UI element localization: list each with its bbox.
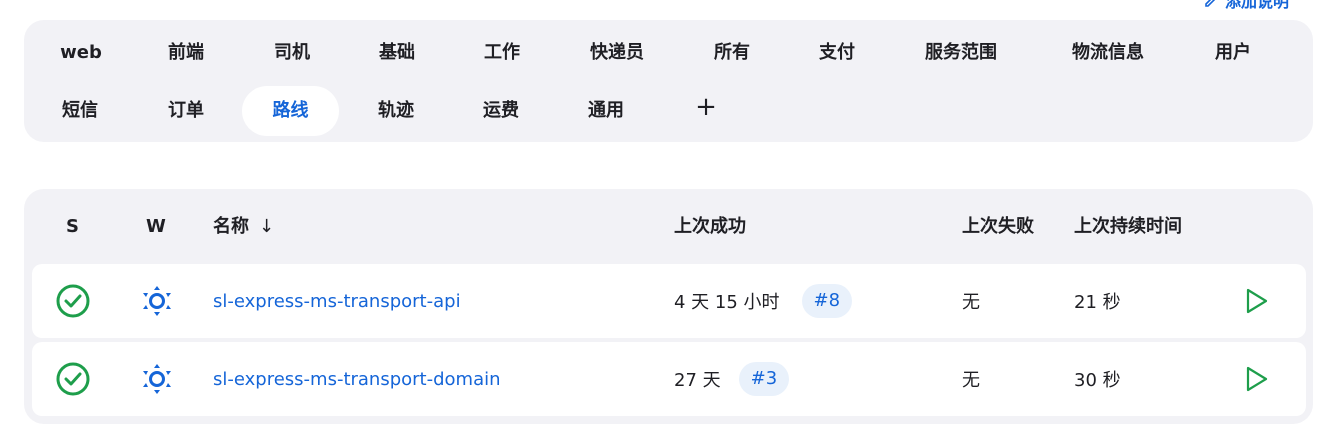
tab-frontend[interactable]: 前端 (150, 28, 222, 78)
last-duration-value: 30 秒 (1074, 370, 1121, 391)
tab-user[interactable]: 用户 (1197, 28, 1269, 78)
table-row: sl-express-ms-transport-domain 27 天 #3 无… (32, 342, 1306, 416)
weather-cell (140, 264, 174, 338)
sunny-icon (140, 284, 174, 318)
view-tabs-panel: web 前端 司机 基础 工作 快递员 所有 支付 服务范围 物流信息 用户 短… (24, 20, 1313, 142)
tab-freight[interactable]: 运费 (465, 86, 537, 136)
column-header-status[interactable]: S (66, 211, 79, 243)
add-description-label: 添加说明 (1224, 0, 1289, 11)
column-header-weather[interactable]: W (146, 211, 166, 243)
tab-sms[interactable]: 短信 (44, 86, 116, 136)
column-header-last-failure[interactable]: 上次失败 (962, 211, 1034, 243)
sunny-icon (140, 362, 174, 396)
last-failure-value: 无 (962, 292, 980, 313)
status-cell (56, 264, 90, 338)
column-header-name-label: 名称 (213, 216, 249, 237)
last-duration-value: 21 秒 (1074, 292, 1121, 313)
build-number-badge[interactable]: #8 (801, 284, 853, 318)
play-icon (1240, 362, 1274, 396)
column-header-last-success[interactable]: 上次成功 (674, 211, 746, 243)
tab-work[interactable]: 工作 (466, 28, 538, 78)
last-success-time: 4 天 15 小时 (674, 292, 780, 313)
tab-route[interactable]: 路线 (242, 86, 339, 136)
last-success-cell: 27 天 #3 (674, 342, 790, 416)
tab-track[interactable]: 轨迹 (360, 86, 432, 136)
build-number-badge[interactable]: #3 (738, 362, 790, 396)
tab-order[interactable]: 订单 (150, 86, 222, 136)
last-failure-value: 无 (962, 370, 980, 391)
run-build-button[interactable] (1240, 342, 1274, 416)
tab-base[interactable]: 基础 (361, 28, 433, 78)
table-row: sl-express-ms-transport-api 4 天 15 小时 #8… (32, 264, 1306, 338)
jobs-table: S W 名称 ↓ 上次成功 上次失败 上次持续时间 sl-express-ms-… (24, 189, 1313, 424)
tab-payment[interactable]: 支付 (801, 28, 873, 78)
tab-driver[interactable]: 司机 (256, 28, 328, 78)
weather-cell (140, 342, 174, 416)
column-header-name[interactable]: 名称 ↓ (213, 211, 274, 243)
tab-logistics-info[interactable]: 物流信息 (1053, 28, 1163, 78)
tab-service-scope[interactable]: 服务范围 (906, 28, 1016, 78)
edit-icon (1205, 0, 1216, 7)
tab-all[interactable]: 所有 (696, 28, 768, 78)
job-name-link[interactable]: sl-express-ms-transport-api (213, 291, 461, 312)
play-icon (1240, 284, 1274, 318)
status-cell (56, 342, 90, 416)
success-check-icon (56, 362, 90, 396)
tab-web[interactable]: web (50, 28, 112, 78)
tab-common[interactable]: 通用 (570, 86, 642, 136)
last-success-time: 27 天 (674, 370, 721, 391)
sort-desc-arrow-icon: ↓ (259, 216, 275, 237)
job-name-link[interactable]: sl-express-ms-transport-domain (213, 369, 501, 390)
last-success-cell: 4 天 15 小时 #8 (674, 264, 853, 338)
add-description-link[interactable]: 添加说明 (1203, 0, 1289, 11)
success-check-icon (56, 284, 90, 318)
top-bar: 添加说明 (0, 0, 1333, 20)
column-header-last-duration[interactable]: 上次持续时间 (1074, 211, 1182, 243)
run-build-button[interactable] (1240, 264, 1274, 338)
add-view-button[interactable]: + (684, 82, 728, 132)
tab-courier[interactable]: 快递员 (572, 28, 662, 78)
